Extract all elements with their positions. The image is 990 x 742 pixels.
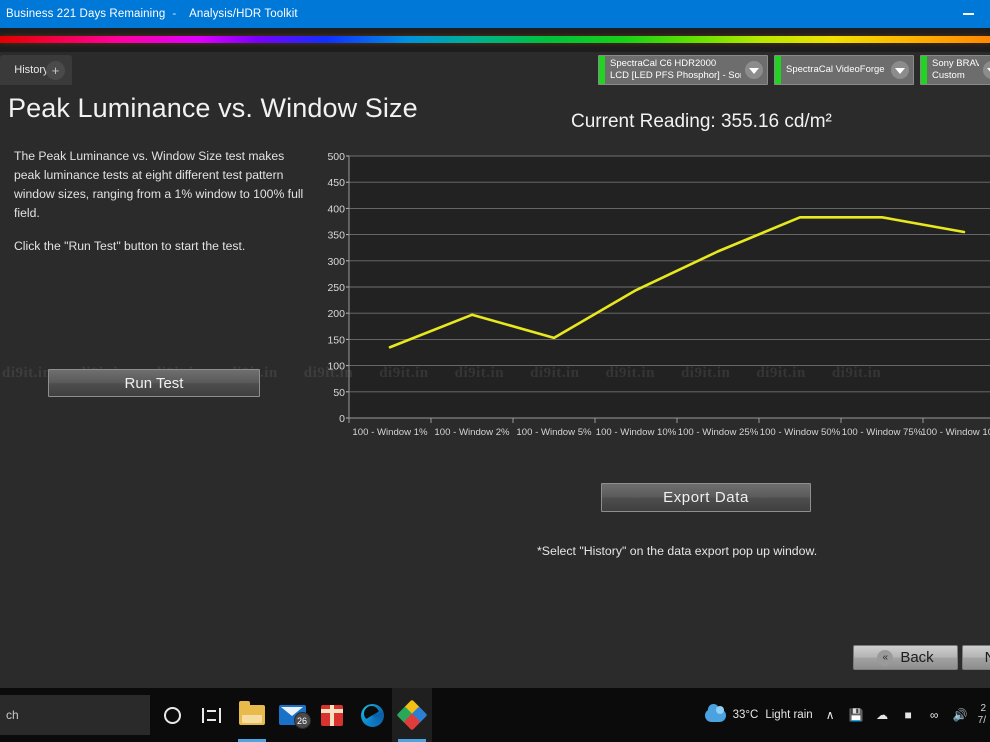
pattern-source-name: SpectraCal VideoForge Pro xyxy=(786,64,887,75)
cortana-button[interactable] xyxy=(152,688,192,742)
plus-icon: + xyxy=(51,63,60,78)
mail-icon: 26 xyxy=(278,705,311,729)
chevron-down-icon[interactable] xyxy=(745,61,763,79)
edge-button[interactable] xyxy=(352,688,392,742)
peak-luminance-chart: 0 50 100 150 200 250 300 350 400 450 500 100 - Wind… xyxy=(325,150,990,450)
wifi-icon[interactable]: ∞ xyxy=(926,708,943,722)
chevron-left-icon: « xyxy=(877,649,894,666)
svg-text:100 - Window 1%: 100 - Window 1% xyxy=(352,427,428,438)
svg-text:0: 0 xyxy=(339,413,345,425)
current-reading-label: Current Reading: 355.16 cd/m² xyxy=(571,111,832,132)
volume-icon[interactable]: 🔊 xyxy=(952,708,969,722)
display-dropdown-body: Sony BRAVIA Custom xyxy=(927,56,990,84)
cortana-icon xyxy=(163,706,181,724)
test-description: The Peak Luminance vs. Window Size test … xyxy=(14,147,314,256)
svg-text:150: 150 xyxy=(327,334,345,346)
edge-icon xyxy=(360,703,384,727)
weather-condition: Light rain xyxy=(765,709,813,721)
app-root: Business 221 Days Remaining - Analysis/H… xyxy=(0,0,990,742)
svg-text:350: 350 xyxy=(327,230,345,242)
description-paragraph-1: The Peak Luminance vs. Window Size test … xyxy=(14,149,304,220)
export-note: *Select "History" on the data export pop… xyxy=(537,544,818,558)
display-dropdown[interactable]: Sony BRAVIA Custom xyxy=(920,55,990,85)
folder-icon xyxy=(239,701,265,725)
svg-text:100: 100 xyxy=(327,361,345,373)
back-label: Back xyxy=(900,649,934,666)
svg-text:100 - Window 75%: 100 - Window 75% xyxy=(842,427,923,438)
weather-widget[interactable]: 33°C Light rain xyxy=(704,703,813,722)
spectrum-gradient-bar xyxy=(0,36,990,43)
display-mode: Custom xyxy=(932,70,965,81)
app-title: Analysis/HDR Toolkit xyxy=(189,8,298,20)
clock-date: 7/ xyxy=(977,715,986,726)
export-data-label: Export Data xyxy=(663,489,749,506)
next-button[interactable]: N xyxy=(962,645,990,670)
next-label: N xyxy=(985,649,990,666)
cloud-icon xyxy=(704,703,726,722)
export-data-button[interactable]: Export Data xyxy=(601,483,811,512)
svg-text:50: 50 xyxy=(333,387,345,399)
taskbar-clock[interactable]: 2 7/ xyxy=(978,703,986,727)
gift-icon xyxy=(321,704,343,726)
svg-text:300: 300 xyxy=(327,256,345,268)
battery-icon[interactable]: ■ xyxy=(900,708,917,722)
calman-icon xyxy=(396,699,428,731)
mail-button[interactable]: 26 xyxy=(272,688,312,742)
task-view-icon xyxy=(202,707,222,723)
navigation-buttons: « Back N xyxy=(853,645,990,670)
cloud-sync-icon[interactable]: ☁ xyxy=(874,708,891,722)
back-button[interactable]: « Back xyxy=(853,645,958,670)
svg-text:450: 450 xyxy=(327,177,345,189)
svg-text:100 - Window 100%: 100 - Window 100% xyxy=(921,427,990,438)
pattern-source-dropdown[interactable]: SpectraCal VideoForge Pro xyxy=(774,55,914,85)
device-dropdown-group: SpectraCal C6 HDR2000 LCD [LED PFS Phosp… xyxy=(598,55,990,85)
spectrum-banner xyxy=(0,28,990,52)
tray-expand-icon[interactable]: ∧ xyxy=(822,708,839,722)
meter-name: SpectraCal C6 HDR2000 xyxy=(610,58,717,69)
description-paragraph-2: Click the "Run Test" button to start the… xyxy=(14,239,246,253)
task-view-button[interactable] xyxy=(192,688,232,742)
window-title-bar: Business 221 Days Remaining - Analysis/H… xyxy=(0,0,990,28)
chart-svg: 0 50 100 150 200 250 300 350 400 450 500 100 - Wind… xyxy=(327,151,990,438)
svg-text:100 - Window 25%: 100 - Window 25% xyxy=(678,427,759,438)
onedrive-icon[interactable]: 💾 xyxy=(848,708,865,722)
search-input-value: ch xyxy=(6,708,19,722)
meter-dropdown-body: SpectraCal C6 HDR2000 LCD [LED PFS Phosp… xyxy=(605,56,767,84)
svg-text:250: 250 xyxy=(327,282,345,294)
taskbar-icon-group: 26 xyxy=(152,688,432,742)
run-test-button[interactable]: Run Test xyxy=(48,369,260,397)
title-separator: - xyxy=(172,8,177,20)
svg-text:200: 200 xyxy=(327,308,345,320)
system-tray: 33°C Light rain ∧ 💾 ☁ ■ ∞ 🔊 2 7/ xyxy=(704,688,990,742)
svg-text:100 - Window 5%: 100 - Window 5% xyxy=(516,427,592,438)
license-status-text: Business 221 Days Remaining xyxy=(6,8,166,20)
svg-text:500: 500 xyxy=(327,151,345,163)
minimize-button[interactable] xyxy=(946,0,990,28)
weather-temperature: 33°C xyxy=(732,709,759,721)
watermark-text: di9it.in xyxy=(2,364,52,381)
svg-text:100 - Window 10%: 100 - Window 10% xyxy=(596,427,677,438)
taskbar-search-input[interactable]: ch xyxy=(0,695,150,735)
minimize-icon xyxy=(962,13,974,15)
calman-button[interactable] xyxy=(392,688,432,742)
run-test-label: Run Test xyxy=(124,374,184,392)
file-explorer-button[interactable] xyxy=(232,688,272,742)
mail-badge-count: 26 xyxy=(293,712,311,729)
svg-text:100 - Window 50%: 100 - Window 50% xyxy=(760,427,841,438)
page-title: Peak Luminance vs. Window Size xyxy=(8,93,418,123)
svg-text:400: 400 xyxy=(327,203,345,215)
add-tab-button[interactable]: + xyxy=(46,61,65,80)
display-name: Sony BRAVIA xyxy=(932,58,979,69)
meter-profile: LCD [LED PFS Phosphor] - Sony Z9F xyxy=(610,70,741,81)
gift-button[interactable] xyxy=(312,688,352,742)
clock-time: 2 xyxy=(980,703,986,714)
svg-text:100 - Window 2%: 100 - Window 2% xyxy=(434,427,510,438)
meter-dropdown[interactable]: SpectraCal C6 HDR2000 LCD [LED PFS Phosp… xyxy=(598,55,768,85)
windows-taskbar: ch 26 33°C Light rain ∧ 💾 ☁ ■ ∞ 🔊 2 7/ xyxy=(0,688,990,742)
chevron-down-icon[interactable] xyxy=(891,61,909,79)
